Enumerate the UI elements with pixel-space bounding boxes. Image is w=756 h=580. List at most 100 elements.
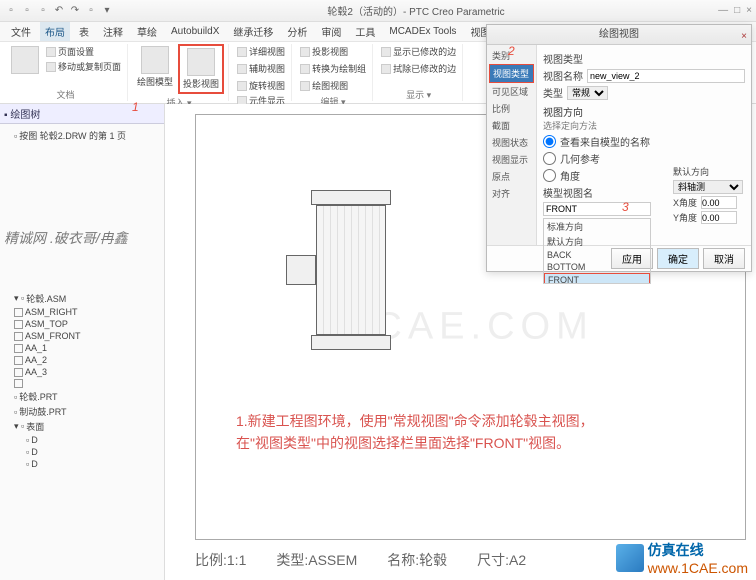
radio-modelname[interactable] (543, 135, 556, 148)
erase-modified-button[interactable]: 拭除已修改的边 (379, 61, 458, 76)
close-button[interactable]: × (746, 5, 752, 16)
menu-mcadex[interactable]: MCADEx Tools (384, 24, 461, 39)
tree-item[interactable]: ▾ ▫ 表面 (4, 419, 160, 434)
detail-view-button[interactable]: 详细视图 (235, 44, 287, 59)
ribbon-group-insert: 绘图模型 投影视图 插入 ▾ (130, 44, 229, 101)
radio-geomref[interactable] (543, 152, 556, 165)
annotation-1: 1 (132, 100, 139, 114)
minimize-button[interactable]: — (718, 5, 728, 16)
orient-sub: 选择定向方法 (543, 119, 745, 132)
type-label: 类型:ASSEM (276, 550, 357, 570)
tree-item[interactable]: ▫ 轮毂.PRT (4, 389, 160, 404)
type-label: 类型 (543, 85, 563, 100)
brand-url: www.1CAE.com (648, 560, 748, 576)
list-item[interactable]: BACK (544, 249, 650, 261)
menu-file[interactable]: 文件 (6, 22, 36, 41)
type-select[interactable]: 常规 (567, 86, 608, 100)
page-setup-button[interactable]: 页面设置 (44, 44, 123, 59)
quick-access-toolbar: ▫ ▫ ▫ ↶ ↷ ▫ ▾ (4, 4, 114, 18)
qat-save-icon[interactable]: ▫ (36, 4, 50, 18)
convert-group-button[interactable]: 转换为绘制组 (298, 61, 368, 76)
list-item[interactable]: BOTTOM (544, 261, 650, 273)
model-tree-panel: ▪ 绘图树 ▫ 按图 轮毂2.DRW 的第 1 页 精诚网 .破衣哥/冉鑫 ▾ … (0, 104, 165, 580)
new-page-button[interactable] (8, 44, 42, 77)
ok-button[interactable]: 确定 (657, 248, 699, 269)
part-view[interactable] (286, 185, 416, 355)
tree-item[interactable]: ASM_FRONT (4, 330, 160, 342)
angle-group: 默认方向 斜轴测 X角度 Y角度 (673, 163, 743, 226)
cube-icon (616, 544, 644, 572)
asm-root[interactable]: ▾ ▫ 轮毂.ASM (4, 291, 160, 306)
dialog-close-button[interactable]: × (741, 27, 747, 47)
tree-item[interactable]: ▫ 制动鼓.PRT (4, 404, 160, 419)
cat-section[interactable]: 截面 (489, 117, 534, 134)
tree-item[interactable]: AA_3 (4, 366, 160, 378)
list-item[interactable]: 默认方向 (544, 234, 650, 249)
view-list[interactable]: 标准方向 默认方向 BACK BOTTOM FRONT LEFT (543, 218, 651, 284)
tree-item[interactable]: ▫ D (4, 458, 160, 470)
cat-viewdisp[interactable]: 视图显示 (489, 151, 534, 168)
ribbon-group-display: 显示已修改的边 拭除已修改的边 显示 ▾ (375, 44, 463, 101)
projection-button[interactable]: 投影视图 (298, 44, 350, 59)
list-item[interactable]: 标准方向 (544, 219, 650, 234)
sheet-status: 比例:1:1 类型:ASSEM 名称:轮毂 尺寸:A2 (195, 550, 526, 570)
cat-viewstate[interactable]: 视图状态 (489, 134, 534, 151)
tree-item[interactable]: AA_1 (4, 342, 160, 354)
radio-angle[interactable] (543, 169, 556, 182)
cat-viewtype[interactable]: 视图类型 (489, 64, 534, 83)
cat-scale[interactable]: 比例 (489, 100, 534, 117)
defdir-select[interactable]: 斜轴测 (673, 180, 743, 194)
maximize-button[interactable]: □ (734, 5, 740, 16)
tree-item[interactable]: ▫ D (4, 446, 160, 458)
size-label: 尺寸:A2 (477, 550, 526, 570)
qat-undo-icon[interactable]: ↶ (52, 4, 66, 18)
ribbon-group-modelviews: 详细视图 辅助视图 旋转视图 元件显示 边显示 剖头 模型视图 ▾ (231, 44, 292, 101)
aux-view-button[interactable]: 辅助视图 (235, 61, 287, 76)
yangle-input[interactable] (701, 211, 737, 224)
qat-regenerate-icon[interactable]: ▫ (84, 4, 98, 18)
general-view-button[interactable]: 投影视图 (178, 44, 224, 94)
name-label: 名称:轮毂 (387, 550, 447, 570)
modelview-input[interactable] (543, 202, 651, 216)
qat-open-icon[interactable]: ▫ (20, 4, 34, 18)
menu-annotate[interactable]: 注释 (98, 22, 128, 41)
tree-item[interactable]: ASM_RIGHT (4, 306, 160, 318)
viewname-input[interactable] (587, 69, 745, 83)
model-tree: ▾ ▫ 轮毂.ASM ASM_RIGHT ASM_TOP ASM_FRONT A… (0, 287, 164, 474)
xangle-input[interactable] (701, 196, 737, 209)
menu-inherit[interactable]: 继承迁移 (228, 22, 278, 41)
drawing-tree-header[interactable]: ▪ 绘图树 (0, 104, 164, 124)
drawing-view-button[interactable]: 绘图视图 (298, 78, 350, 93)
qat-more-icon[interactable]: ▾ (100, 4, 114, 18)
category-list: 类别 视图类型 可见区域 比例 截面 视图状态 视图显示 原点 对齐 (487, 45, 537, 245)
tree-item[interactable]: ▫ D (4, 434, 160, 446)
menu-table[interactable]: 表 (74, 22, 94, 41)
tree-item[interactable]: AA_2 (4, 354, 160, 366)
menu-layout[interactable]: 布局 (40, 22, 70, 41)
menu-analysis[interactable]: 分析 (282, 22, 312, 41)
menu-sketch[interactable]: 草绘 (132, 22, 162, 41)
menu-review[interactable]: 审阅 (316, 22, 346, 41)
qat-new-icon[interactable]: ▫ (4, 4, 18, 18)
signature-text: 精诚网 .破衣哥/冉鑫 (4, 228, 128, 248)
tree-item[interactable] (4, 378, 160, 389)
instruction-text: 1.新建工程图环境，使用"常规视图"命令添加轮毂主视图， 在"视图类型"中的视图… (236, 410, 725, 455)
drawing-view-dialog: 绘图视图 × 类别 视图类型 可见区域 比例 截面 视图状态 视图显示 原点 对… (486, 24, 752, 272)
tree-item[interactable]: ▫ 按图 轮毂2.DRW 的第 1 页 (4, 128, 160, 143)
drawing-models-button[interactable]: 绘图模型 (134, 44, 176, 90)
title-bar: ▫ ▫ ▫ ↶ ↷ ▫ ▾ 轮毂2（活动的）- PTC Creo Paramet… (0, 0, 756, 22)
menu-tools[interactable]: 工具 (350, 22, 380, 41)
cat-origin[interactable]: 原点 (489, 168, 534, 185)
qat-redo-icon[interactable]: ↷ (68, 4, 82, 18)
rotate-view-button[interactable]: 旋转视图 (235, 78, 287, 93)
show-modified-button[interactable]: 显示已修改的边 (379, 44, 458, 59)
tree-item[interactable]: ASM_TOP (4, 318, 160, 330)
menu-autobuildx[interactable]: AutobuildX (166, 24, 224, 39)
list-item-selected[interactable]: FRONT (544, 273, 650, 284)
orient-header: 视图方向 (543, 104, 745, 119)
cat-visible[interactable]: 可见区域 (489, 83, 534, 100)
cancel-button[interactable]: 取消 (703, 248, 745, 269)
move-page-button[interactable]: 移动或复制页面 (44, 59, 123, 74)
dialog-title: 绘图视图 × (487, 25, 751, 45)
cat-align[interactable]: 对齐 (489, 185, 534, 202)
